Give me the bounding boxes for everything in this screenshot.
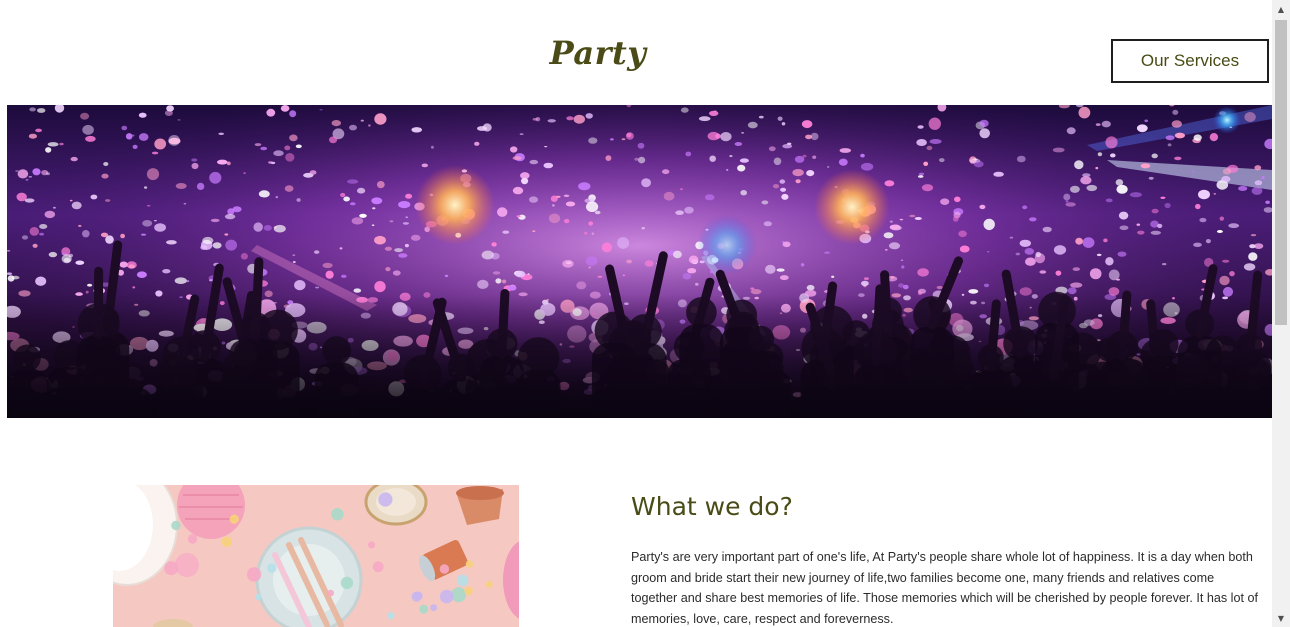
hero-image: [7, 105, 1272, 418]
site-header: Party Our Services: [0, 0, 1272, 104]
party-table-illustration: [113, 485, 519, 627]
vertical-scrollbar[interactable]: ▲ ▼: [1272, 0, 1290, 627]
section-title: What we do?: [631, 492, 793, 521]
hero-banner: [7, 105, 1272, 418]
scrollbar-thumb[interactable]: [1275, 20, 1287, 325]
our-services-button[interactable]: Our Services: [1111, 39, 1269, 83]
party-table-image: [113, 485, 519, 627]
scroll-down-arrow-icon[interactable]: ▼: [1272, 611, 1290, 627]
logo[interactable]: Party: [548, 28, 648, 78]
scroll-up-arrow-icon[interactable]: ▲: [1272, 2, 1290, 18]
page: Party Our Services What we do? Party's a…: [0, 0, 1290, 627]
section-description: Party's are very important part of one's…: [631, 550, 1258, 626]
